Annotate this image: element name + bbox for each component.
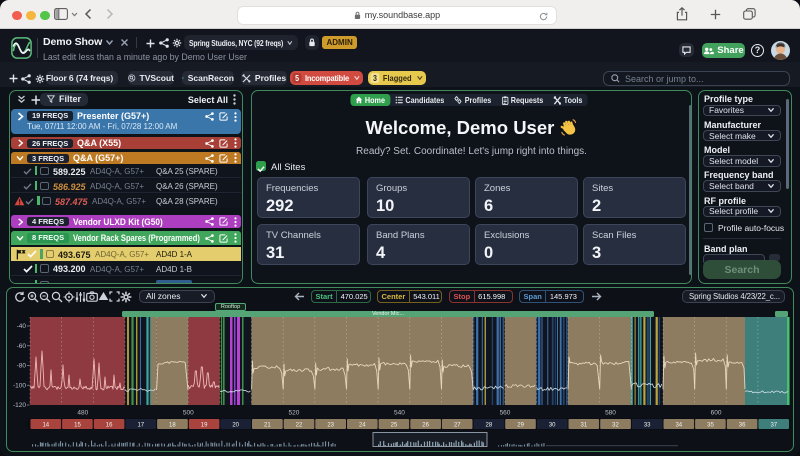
svg-text:26: 26 — [422, 423, 429, 429]
svg-text:34: 34 — [675, 423, 682, 429]
svg-text:520: 520 — [288, 410, 299, 417]
svg-text:-40: -40 — [17, 323, 27, 330]
svg-text:-60: -60 — [17, 343, 27, 350]
svg-text:17: 17 — [137, 423, 144, 429]
svg-text:27: 27 — [454, 423, 461, 429]
svg-text:35: 35 — [707, 423, 714, 429]
svg-text:36: 36 — [739, 423, 746, 429]
svg-text:33: 33 — [644, 423, 651, 429]
svg-text:500: 500 — [183, 410, 194, 417]
svg-text:16: 16 — [106, 423, 113, 429]
svg-text:600: 600 — [711, 410, 722, 417]
svg-text:22: 22 — [296, 423, 303, 429]
svg-text:-100: -100 — [13, 382, 26, 389]
svg-text:29: 29 — [517, 423, 524, 429]
svg-text:25: 25 — [391, 423, 398, 429]
svg-text:37: 37 — [770, 423, 777, 429]
svg-text:560: 560 — [500, 410, 511, 417]
svg-text:580: 580 — [605, 410, 616, 417]
svg-text:21: 21 — [264, 423, 271, 429]
svg-text:24: 24 — [359, 423, 366, 429]
svg-text:540: 540 — [394, 410, 405, 417]
svg-text:18: 18 — [169, 423, 176, 429]
svg-text:31: 31 — [581, 423, 588, 429]
svg-text:480: 480 — [77, 410, 88, 417]
svg-text:15: 15 — [74, 423, 81, 429]
svg-text:-120: -120 — [13, 402, 26, 409]
svg-text:19: 19 — [201, 423, 208, 429]
svg-text:32: 32 — [612, 423, 619, 429]
svg-text:14: 14 — [42, 423, 49, 429]
svg-text:20: 20 — [232, 423, 239, 429]
svg-text:30: 30 — [549, 423, 556, 429]
svg-text:23: 23 — [327, 423, 334, 429]
svg-text:-80: -80 — [17, 363, 27, 370]
svg-text:28: 28 — [486, 423, 493, 429]
